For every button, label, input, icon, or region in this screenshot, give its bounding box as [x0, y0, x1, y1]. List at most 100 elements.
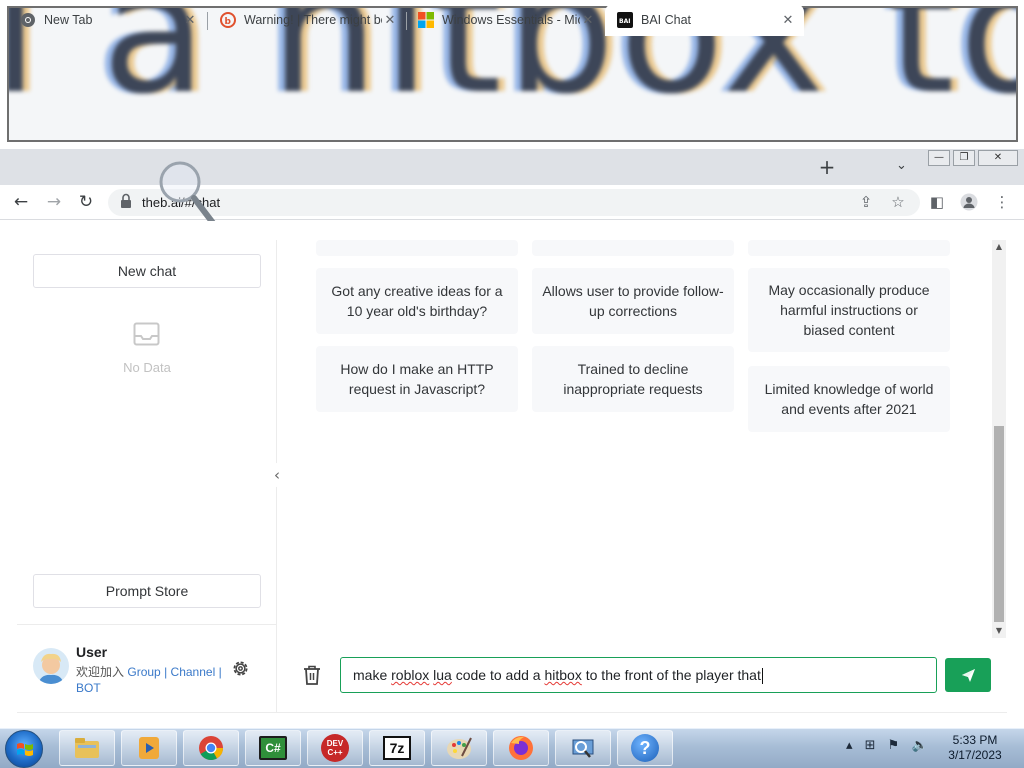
group-link[interactable]: Group: [127, 665, 160, 679]
csharp-icon: C#: [259, 736, 287, 760]
magnifier-lens-icon: [159, 161, 216, 226]
side-panel-icon[interactable]: ◧: [928, 193, 946, 211]
7zip-icon: 7z: [383, 736, 411, 760]
magnifier-app-icon: [572, 739, 594, 758]
capability-card: Trained to decline inappropriate request…: [532, 346, 734, 412]
capability-card-partial: [532, 240, 734, 256]
input-text-misspelled: hitbox: [544, 667, 582, 683]
user-avatar[interactable]: [33, 648, 69, 684]
tab-windows-essentials[interactable]: Windows Essentials - Mic ✕: [406, 4, 604, 36]
svg-text:b: b: [225, 17, 232, 27]
chrome-icon: [199, 736, 223, 761]
send-paper-plane-icon: [962, 669, 975, 682]
lock-icon: [121, 193, 131, 208]
prompt-store-button[interactable]: Prompt Store: [33, 574, 261, 608]
svg-text:BAI: BAI: [619, 18, 630, 25]
minimize-button[interactable]: —: [928, 150, 950, 166]
input-text: code to add a: [451, 667, 545, 683]
scrollbar-thumb[interactable]: [994, 426, 1004, 622]
tab-close-icon[interactable]: ✕: [382, 12, 398, 28]
example-prompt-card[interactable]: How do I make an HTTP request in Javascr…: [316, 346, 518, 412]
share-icon[interactable]: ⇪: [857, 193, 875, 211]
input-text: to the front of the player that: [581, 667, 761, 683]
bai-favicon-icon: BAI: [617, 12, 633, 28]
chat-sidebar: [17, 240, 277, 712]
send-button[interactable]: [945, 658, 991, 692]
example-prompt-card[interactable]: Got any creative ideas for a 10 year old…: [316, 268, 518, 334]
bookmark-star-icon[interactable]: ☆: [889, 193, 907, 211]
tab-title: BAI Chat: [641, 13, 692, 27]
community-links: 欢迎加入 Group | Channel | BOT: [76, 664, 226, 696]
settings-gear-icon[interactable]: [231, 659, 250, 678]
profile-icon[interactable]: [960, 193, 978, 211]
limitation-card: Limited knowledge of world and events af…: [748, 366, 950, 432]
tab-close-icon[interactable]: ✕: [780, 12, 796, 28]
limitation-card: May occasionally produce harmful instruc…: [748, 268, 950, 352]
input-text: make: [353, 667, 392, 683]
forward-arrow-icon[interactable]: →: [43, 191, 65, 213]
start-button[interactable]: [5, 730, 43, 768]
taskbar-7zip[interactable]: 7z: [369, 730, 425, 766]
tab-close-icon[interactable]: ✕: [580, 12, 596, 28]
windows-logo-icon: [17, 743, 33, 756]
taskbar-firefox[interactable]: [493, 730, 549, 766]
taskbar-network-tool[interactable]: [555, 730, 611, 766]
delete-trash-icon[interactable]: [302, 664, 322, 686]
scroll-down-arrow-icon[interactable]: ▼: [992, 624, 1006, 638]
microsoft-favicon-icon: [418, 12, 434, 28]
new-tab-button[interactable]: +: [816, 156, 838, 178]
empty-inbox-icon: [133, 322, 160, 346]
tab-search-chevron-icon[interactable]: ⌄: [896, 158, 907, 173]
reload-icon[interactable]: ↻: [75, 191, 97, 213]
tab-close-icon[interactable]: ✕: [182, 12, 198, 28]
clock-time: 5:33 PM: [952, 733, 998, 747]
chrome-favicon-icon: [20, 12, 36, 28]
restore-button[interactable]: ❐: [953, 150, 975, 166]
tab-warning[interactable]: b Warning! | There might be ✕: [208, 4, 406, 36]
collapse-sidebar-chevron-icon[interactable]: ‹: [266, 463, 288, 487]
taskbar-paint[interactable]: [431, 730, 487, 766]
tab-title: Warning! | There might be: [244, 13, 382, 27]
back-arrow-icon[interactable]: ←: [10, 191, 32, 213]
taskbar-help[interactable]: ?: [617, 730, 673, 766]
divider: [17, 624, 277, 625]
clock-date: 3/17/2023: [948, 748, 1002, 762]
input-text-misspelled: roblox: [391, 667, 430, 683]
address-bar[interactable]: [108, 189, 920, 216]
capability-card: Allows user to provide follow-up correct…: [532, 268, 734, 334]
channel-link[interactable]: Channel: [171, 665, 216, 679]
brave-favicon-icon: b: [220, 12, 236, 28]
divider: [17, 712, 1007, 713]
taskbar-csharp-editor[interactable]: C#: [245, 730, 301, 766]
taskbar-file-explorer[interactable]: [59, 730, 115, 766]
user-name: User: [76, 644, 108, 660]
empty-state-label: No Data: [123, 360, 171, 375]
tab-bai-chat[interactable]: BAI BAI Chat ✕: [605, 4, 804, 36]
tab-title: New Tab: [44, 13, 93, 27]
menu-kebab-icon[interactable]: ⋮: [993, 193, 1011, 211]
join-text: 欢迎加入: [76, 665, 125, 679]
taskbar-clock[interactable]: 5:33 PM 3/17/2023: [938, 733, 1012, 763]
browser-tab-strip: [0, 149, 1024, 185]
new-chat-button[interactable]: New chat: [33, 254, 261, 288]
link-separator: |: [164, 665, 168, 679]
system-tray-icons[interactable]: ▴ ⊞ ⚑ 🔈: [846, 738, 932, 753]
link-separator: |: [218, 665, 222, 679]
devcpp-icon: DEV C++: [321, 734, 349, 762]
input-text-misspelled: lua: [433, 667, 452, 683]
tab-title: Windows Essentials - Mic: [442, 13, 580, 27]
scroll-up-arrow-icon[interactable]: ▲: [992, 240, 1006, 254]
folder-icon: [75, 738, 99, 758]
text-caret: [761, 668, 763, 685]
taskbar-chrome[interactable]: [183, 730, 239, 766]
close-window-button[interactable]: ✕: [978, 150, 1018, 166]
media-player-icon: [139, 737, 159, 759]
bot-link[interactable]: BOT: [76, 681, 101, 695]
limitation-card-partial: [748, 240, 950, 256]
tab-new-tab[interactable]: New Tab ✕: [8, 4, 206, 36]
help-icon: ?: [631, 734, 659, 762]
taskbar-media-player[interactable]: [121, 730, 177, 766]
firefox-icon: [509, 736, 533, 760]
taskbar-dev-cpp[interactable]: DEV C++: [307, 730, 363, 766]
chat-message-input[interactable]: make roblox lua code to add a hitbox to …: [340, 657, 937, 693]
